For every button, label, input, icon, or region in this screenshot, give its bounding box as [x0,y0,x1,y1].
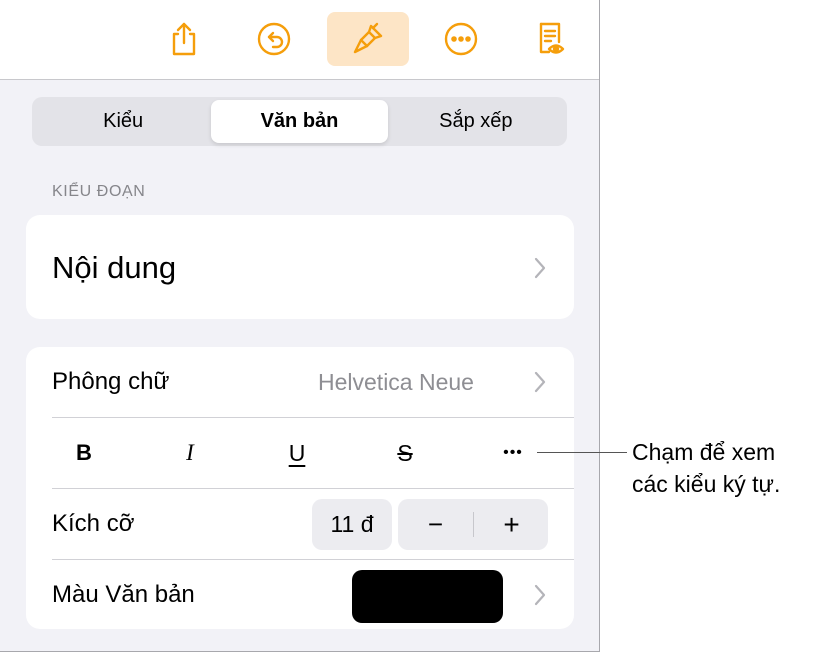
more-icon [444,22,478,56]
share-button[interactable] [143,12,225,66]
character-style-row: B I U S ••• [26,418,574,488]
tab-text[interactable]: Văn bản [211,100,388,143]
chevron-right-icon [534,371,546,393]
chevron-right-icon [534,584,546,606]
underline-button[interactable]: U [267,418,327,488]
reading-view-button[interactable] [509,12,591,66]
increase-size-button[interactable]: + [474,499,549,550]
font-size-value[interactable]: 11 đ [312,499,392,550]
document-eye-icon [539,22,565,54]
callout-line-2: các kiểu ký tự. [632,471,781,497]
paragraph-style-row[interactable]: Nội dung [26,215,574,319]
font-row[interactable]: Phông chữ Helvetica Neue [26,347,574,417]
format-button[interactable] [327,12,409,66]
text-color-row[interactable]: Màu Văn bản [26,560,574,630]
tab-style[interactable]: Kiểu [35,100,211,143]
callout-line-1: Chạm để xem [632,439,776,465]
format-panel: Kiểu Văn bản Sắp xếp KIỂU ĐOẠN Nội dung … [0,0,600,652]
tab-arrange[interactable]: Sắp xếp [388,100,564,143]
decrease-size-button[interactable]: − [398,499,473,550]
paintbrush-icon [353,22,383,54]
text-color-swatch[interactable] [352,570,503,623]
font-value: Helvetica Neue [318,369,474,395]
size-row: Kích cỡ 11 đ − + [26,489,574,559]
callout-line [537,452,627,453]
strikethrough-button[interactable]: S [375,418,435,488]
font-label: Phông chữ [52,368,170,395]
paragraph-style-header: KIỂU ĐOẠN [52,183,146,200]
share-icon [172,22,196,56]
undo-icon [257,22,291,56]
chevron-right-icon [534,257,546,279]
toolbar [0,0,599,80]
text-color-label: Màu Văn bản [52,581,195,608]
bold-button[interactable]: B [54,418,114,488]
more-button[interactable] [420,12,502,66]
font-settings-card: Phông chữ Helvetica Neue B I U S ••• Kíc… [26,347,574,629]
tab-segmented-control: Kiểu Văn bản Sắp xếp [32,97,567,146]
paragraph-style-value: Nội dung [52,250,177,285]
italic-button[interactable]: I [160,418,220,488]
callout-text: Chạm để xem các kiểu ký tự. [632,436,832,500]
undo-button[interactable] [233,12,315,66]
font-size-stepper: − + [398,499,548,550]
size-label: Kích cỡ [52,510,135,537]
more-text-options-button[interactable]: ••• [483,418,543,488]
